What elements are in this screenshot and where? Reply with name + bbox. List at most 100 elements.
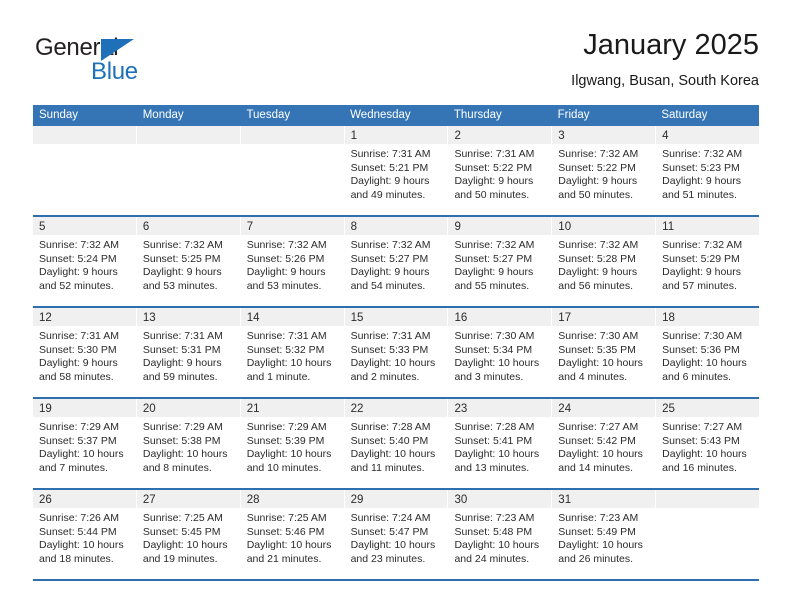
day-details: Sunrise: 7:27 AM Sunset: 5:43 PM Daylight:… — [656, 417, 759, 475]
day-sunset-text: Sunset: 5:21 PM — [350, 161, 429, 174]
calendar-day-cell[interactable]: 27 Sunrise: 7:25 AM Sunset: 5:45 PM Dayligh… — [136, 490, 241, 579]
day-number-strip: 1 — [344, 126, 448, 144]
day-number-strip — [240, 126, 344, 144]
calendar-day-cell[interactable]: 20 Sunrise: 7:29 AM Sunset: 5:38 PM Dayligh… — [136, 399, 241, 488]
day-daylight2-text: and 1 minute. — [246, 370, 311, 383]
calendar-day-cell[interactable]: 23 Sunrise: 7:28 AM Sunset: 5:41 PM Dayligh… — [448, 399, 553, 488]
day-sunrise-text: Sunrise: 7:32 AM — [662, 239, 743, 251]
calendar-week-row: 5 Sunrise: 7:32 AM Sunset: 5:24 PM Daylight… — [33, 217, 760, 308]
day-details: Sunrise: 7:32 AM Sunset: 5:27 PM Daylight:… — [345, 235, 448, 293]
day-sunset-text: Sunset: 5:36 PM — [662, 343, 740, 356]
day-number-strip: 18 — [656, 308, 760, 326]
calendar-day-cell[interactable]: 14 Sunrise: 7:31 AM Sunset: 5:32 PM Dayligh… — [240, 308, 345, 397]
day-sunset-text: Sunset: 5:26 PM — [246, 252, 325, 265]
day-daylight1-text: Daylight: 9 hours — [454, 266, 534, 278]
calendar-day-cell[interactable]: 7 Sunrise: 7:32 AM Sunset: 5:26 PM Daylight… — [240, 217, 345, 306]
day-sunset-text: Sunset: 5:38 PM — [142, 434, 221, 447]
calendar-day-cell[interactable]: 24 Sunrise: 7:27 AM Sunset: 5:42 PM Dayligh… — [552, 399, 657, 488]
calendar-day-cell[interactable]: 12 Sunrise: 7:31 AM Sunset: 5:30 PM Dayligh… — [33, 308, 137, 397]
day-number-strip: 16 — [448, 308, 552, 326]
day-details: Sunrise: 7:32 AM Sunset: 5:28 PM Daylight:… — [552, 235, 655, 293]
calendar-day-cell[interactable]: 3 Sunrise: 7:32 AM Sunset: 5:22 PM Daylight… — [552, 126, 657, 215]
calendar-day-cell[interactable]: 10 Sunrise: 7:32 AM Sunset: 5:28 PM Dayligh… — [552, 217, 657, 306]
day-sunset-text: Sunset: 5:24 PM — [39, 252, 117, 265]
day-number-strip: 26 — [33, 490, 136, 508]
day-daylight2-text: and 11 minutes. — [350, 461, 425, 474]
day-sunrise-text: Sunrise: 7:28 AM — [454, 421, 535, 433]
calendar-day-cell[interactable]: 15 Sunrise: 7:31 AM Sunset: 5:33 PM Dayligh… — [344, 308, 449, 397]
calendar-day-cell[interactable]: 30 Sunrise: 7:23 AM Sunset: 5:48 PM Dayligh… — [448, 490, 553, 579]
calendar-day-cell[interactable]: 25 Sunrise: 7:27 AM Sunset: 5:43 PM Dayligh… — [656, 399, 760, 488]
day-daylight1-text: Daylight: 9 hours — [662, 266, 741, 278]
day-details: Sunrise: 7:32 AM Sunset: 5:29 PM Daylight:… — [656, 235, 759, 293]
day-daylight1-text: Daylight: 10 hours — [662, 448, 747, 460]
day-sunrise-text: Sunrise: 7:32 AM — [246, 239, 327, 251]
day-number-strip: 5 — [33, 217, 136, 235]
day-sunrise-text: Sunrise: 7:32 AM — [558, 148, 639, 160]
calendar-day-cell[interactable]: 13 Sunrise: 7:31 AM Sunset: 5:31 PM Dayligh… — [136, 308, 241, 397]
calendar-day-cell[interactable]: 26 Sunrise: 7:26 AM Sunset: 5:44 PM Dayligh… — [33, 490, 137, 579]
day-details: Sunrise: 7:32 AM Sunset: 5:27 PM Daylight:… — [448, 235, 551, 293]
day-daylight2-text: and 10 minutes. — [246, 461, 322, 474]
calendar-day-cell[interactable]: 28 Sunrise: 7:25 AM Sunset: 5:46 PM Dayligh… — [240, 490, 345, 579]
calendar-day-cell[interactable]: 31 Sunrise: 7:23 AM Sunset: 5:49 PM Dayligh… — [552, 490, 657, 579]
day-sunrise-text: Sunrise: 7:31 AM — [350, 148, 431, 160]
day-number: 15 — [350, 312, 364, 324]
day-number-strip: 6 — [136, 217, 240, 235]
day-daylight1-text: Daylight: 10 hours — [350, 539, 436, 551]
day-number-strip: 15 — [344, 308, 448, 326]
calendar-day-cell[interactable]: 2 Sunrise: 7:31 AM Sunset: 5:22 PM Daylight… — [448, 126, 553, 215]
general-blue-logo[interactable]: General Blue — [33, 34, 213, 92]
day-number: 3 — [558, 130, 565, 142]
weekday-header-wednesday: Wednesday — [350, 109, 411, 121]
day-details: Sunrise: 7:29 AM Sunset: 5:38 PM Daylight:… — [137, 417, 240, 475]
calendar-day-cell[interactable]: 17 Sunrise: 7:30 AM Sunset: 5:35 PM Dayligh… — [552, 308, 657, 397]
calendar-day-cell[interactable]: 11 Sunrise: 7:32 AM Sunset: 5:29 PM Dayligh… — [656, 217, 760, 306]
calendar-day-cell[interactable]: 6 Sunrise: 7:32 AM Sunset: 5:25 PM Daylight… — [136, 217, 241, 306]
day-details: Sunrise: 7:32 AM Sunset: 5:23 PM Daylight:… — [656, 144, 759, 202]
calendar-empty-cell — [656, 490, 760, 579]
day-details: Sunrise: 7:29 AM Sunset: 5:39 PM Daylight:… — [241, 417, 344, 475]
day-daylight1-text: Daylight: 10 hours — [558, 357, 643, 369]
calendar-day-cell[interactable]: 5 Sunrise: 7:32 AM Sunset: 5:24 PM Daylight… — [33, 217, 137, 306]
calendar-day-cell[interactable]: 8 Sunrise: 7:32 AM Sunset: 5:27 PM Daylight… — [344, 217, 449, 306]
weekday-header-friday: Friday — [557, 109, 590, 121]
day-daylight1-text: Daylight: 9 hours — [39, 357, 118, 369]
day-sunrise-text: Sunrise: 7:24 AM — [350, 512, 431, 524]
calendar-day-cell[interactable]: 22 Sunrise: 7:28 AM Sunset: 5:40 PM Dayligh… — [344, 399, 449, 488]
day-daylight1-text: Daylight: 9 hours — [558, 266, 638, 278]
calendar-day-cell[interactable]: 1 Sunrise: 7:31 AM Sunset: 5:21 PM Daylight… — [344, 126, 449, 215]
day-details: Sunrise: 7:27 AM Sunset: 5:42 PM Daylight:… — [552, 417, 655, 475]
day-details: Sunrise: 7:32 AM Sunset: 5:25 PM Daylight:… — [137, 235, 240, 293]
calendar-day-cell[interactable]: 16 Sunrise: 7:30 AM Sunset: 5:34 PM Dayligh… — [448, 308, 553, 397]
day-daylight1-text: Daylight: 10 hours — [350, 448, 436, 460]
day-sunrise-text: Sunrise: 7:30 AM — [662, 330, 743, 342]
day-daylight2-text: and 59 minutes. — [142, 370, 218, 383]
day-sunrise-text: Sunrise: 7:25 AM — [246, 512, 327, 524]
day-daylight2-text: and 58 minutes. — [39, 370, 114, 383]
day-sunrise-text: Sunrise: 7:31 AM — [350, 330, 431, 342]
day-sunset-text: Sunset: 5:32 PM — [246, 343, 325, 356]
day-number: 20 — [142, 403, 156, 415]
day-sunrise-text: Sunrise: 7:29 AM — [142, 421, 223, 433]
day-sunset-text: Sunset: 5:49 PM — [558, 525, 636, 538]
calendar-day-cell[interactable]: 19 Sunrise: 7:29 AM Sunset: 5:37 PM Dayligh… — [33, 399, 137, 488]
day-daylight2-text: and 13 minutes. — [454, 461, 530, 474]
calendar-day-cell[interactable]: 21 Sunrise: 7:29 AM Sunset: 5:39 PM Dayligh… — [240, 399, 345, 488]
day-sunrise-text: Sunrise: 7:23 AM — [454, 512, 535, 524]
day-daylight1-text: Daylight: 10 hours — [142, 539, 228, 551]
day-number-strip: 28 — [240, 490, 344, 508]
calendar-day-cell[interactable]: 18 Sunrise: 7:30 AM Sunset: 5:36 PM Dayligh… — [656, 308, 760, 397]
calendar-week-row: 26 Sunrise: 7:26 AM Sunset: 5:44 PM Dayligh… — [33, 490, 760, 581]
calendar-day-cell[interactable]: 9 Sunrise: 7:32 AM Sunset: 5:27 PM Daylight… — [448, 217, 553, 306]
day-number: 19 — [39, 403, 52, 415]
day-daylight2-text: and 57 minutes. — [662, 279, 737, 292]
day-daylight2-text: and 54 minutes. — [350, 279, 426, 292]
day-daylight2-text: and 7 minutes. — [39, 461, 108, 474]
calendar-day-cell[interactable]: 29 Sunrise: 7:24 AM Sunset: 5:47 PM Dayligh… — [344, 490, 449, 579]
day-sunrise-text: Sunrise: 7:32 AM — [454, 239, 535, 251]
day-daylight1-text: Daylight: 9 hours — [142, 357, 222, 369]
day-number-strip: 9 — [448, 217, 552, 235]
calendar-day-cell[interactable]: 4 Sunrise: 7:32 AM Sunset: 5:23 PM Daylight… — [656, 126, 760, 215]
day-daylight2-text: and 50 minutes. — [558, 188, 634, 201]
